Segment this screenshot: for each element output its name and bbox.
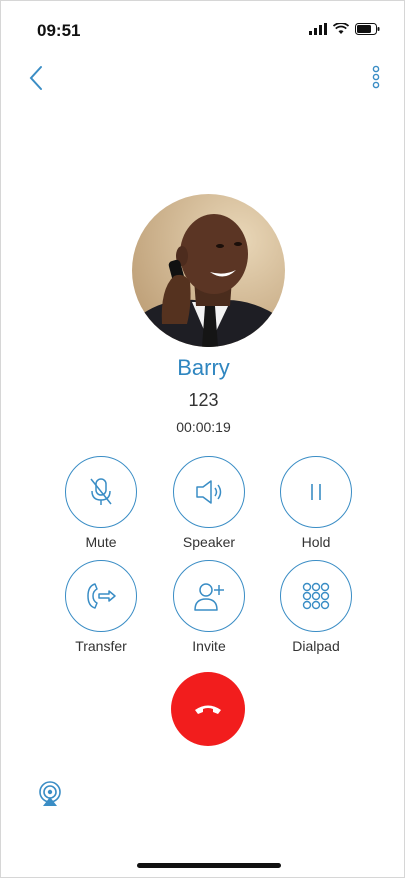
transfer-button[interactable]: Transfer bbox=[61, 560, 141, 654]
contact-number: 123 bbox=[188, 390, 219, 410]
dialpad-circle bbox=[280, 560, 352, 632]
battery-icon bbox=[355, 23, 380, 35]
back-button[interactable] bbox=[25, 63, 53, 93]
more-options-button[interactable] bbox=[364, 63, 388, 93]
wifi-icon bbox=[333, 23, 349, 34]
call-duration: 00:00:19 bbox=[176, 419, 231, 435]
end-call-button[interactable] bbox=[171, 672, 245, 746]
more-vertical-icon bbox=[372, 65, 380, 89]
signal-icon bbox=[309, 23, 327, 35]
dialpad-icon bbox=[302, 582, 330, 610]
home-indicator[interactable] bbox=[137, 863, 281, 868]
call-screen: 09:51 Barry 123 00:00:19 Mute Speaker Ho… bbox=[0, 0, 405, 878]
hold-label: Hold bbox=[301, 534, 331, 550]
mic-off-icon bbox=[90, 478, 112, 505]
contact-avatar bbox=[132, 194, 285, 347]
transfer-circle bbox=[65, 560, 137, 632]
invite-circle bbox=[173, 560, 245, 632]
phone-hangup-icon bbox=[195, 705, 221, 714]
add-person-icon bbox=[194, 583, 224, 611]
hold-circle bbox=[280, 456, 352, 528]
mute-button[interactable]: Mute bbox=[61, 456, 141, 550]
pause-icon bbox=[311, 484, 321, 500]
chevron-left-icon bbox=[29, 66, 42, 90]
contact-name: Barry bbox=[177, 355, 230, 380]
speaker-circle bbox=[173, 456, 245, 528]
speaker-label: Speaker bbox=[182, 534, 236, 550]
speaker-button[interactable]: Speaker bbox=[169, 456, 249, 550]
mute-circle bbox=[65, 456, 137, 528]
mute-label: Mute bbox=[85, 534, 117, 550]
speaker-icon bbox=[196, 480, 222, 504]
airplay-button[interactable] bbox=[37, 781, 63, 807]
dialpad-label: Dialpad bbox=[292, 638, 340, 654]
transfer-label: Transfer bbox=[75, 638, 127, 654]
dialpad-button[interactable]: Dialpad bbox=[276, 560, 356, 654]
hold-button[interactable]: Hold bbox=[276, 456, 356, 550]
airplay-icon bbox=[39, 781, 61, 806]
status-icons bbox=[309, 23, 380, 35]
status-time: 09:51 bbox=[37, 21, 81, 40]
invite-button[interactable]: Invite bbox=[169, 560, 249, 654]
transfer-call-icon bbox=[87, 583, 116, 609]
invite-label: Invite bbox=[192, 638, 226, 654]
